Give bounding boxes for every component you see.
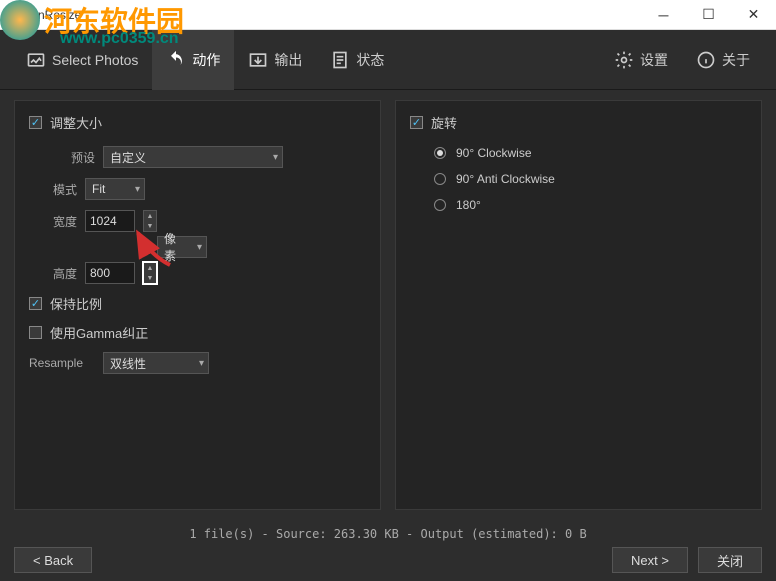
rotate-title: 旋转 <box>431 113 457 132</box>
resample-select[interactable]: 双线性 <box>103 352 209 374</box>
tab-label: 动作 <box>192 50 220 70</box>
tab-status[interactable]: 状态 <box>316 30 398 90</box>
rotate-header: 旋转 <box>410 113 747 132</box>
app-icon <box>8 7 24 23</box>
about-button[interactable]: 关于 <box>682 30 764 90</box>
radio-180[interactable] <box>434 199 446 211</box>
next-button[interactable]: Next > <box>612 547 688 573</box>
resize-header: 调整大小 <box>29 113 366 132</box>
undo-icon <box>166 50 186 70</box>
resize-panel: 调整大小 预设 自定义 模式 Fit 宽度 1024 ▲▼ 像素 高度 800 … <box>14 100 381 510</box>
window-titlebar: XnResize ─ ☐ ✕ <box>0 0 776 30</box>
rotate-checkbox[interactable] <box>410 116 423 129</box>
maximize-button[interactable]: ☐ <box>686 0 731 30</box>
width-label: 宽度 <box>29 213 77 230</box>
resize-title: 调整大小 <box>50 113 102 132</box>
settings-button[interactable]: 设置 <box>600 30 682 90</box>
main-toolbar: Select Photos 动作 输出 状态 设置 关于 <box>0 30 776 90</box>
rotate-option-label: 180° <box>456 198 481 212</box>
spin-up-icon: ▲ <box>144 263 156 273</box>
resize-checkbox[interactable] <box>29 116 42 129</box>
height-input[interactable]: 800 <box>85 262 135 284</box>
status-icon <box>330 50 350 70</box>
rotate-option-label: 90° Anti Clockwise <box>456 172 555 186</box>
tab-actions[interactable]: 动作 <box>152 30 234 90</box>
gamma-checkbox[interactable] <box>29 326 42 339</box>
tab-label: 状态 <box>356 50 384 70</box>
mode-label: 模式 <box>29 181 77 198</box>
back-button[interactable]: < Back <box>14 547 92 573</box>
height-spinner[interactable]: ▲▼ <box>143 262 157 284</box>
info-icon <box>696 50 716 70</box>
close-window-button[interactable]: ✕ <box>731 0 776 30</box>
gear-icon <box>614 50 634 70</box>
keep-ratio-checkbox[interactable] <box>29 297 42 310</box>
height-label: 高度 <box>29 265 77 282</box>
radio-90ccw[interactable] <box>434 173 446 185</box>
width-input[interactable]: 1024 <box>85 210 135 232</box>
preset-label: 预设 <box>29 149 95 166</box>
preset-select[interactable]: 自定义 <box>103 146 283 168</box>
radio-90cw[interactable] <box>434 147 446 159</box>
spin-down-icon: ▼ <box>144 273 156 283</box>
spin-down-icon: ▼ <box>144 221 156 231</box>
window-title: XnResize <box>30 8 641 22</box>
status-bar: 1 file(s) - Source: 263.30 KB - Output (… <box>0 527 776 541</box>
rotate-panel: 旋转 90° Clockwise 90° Anti Clockwise 180° <box>395 100 762 510</box>
footer: < Back Next > 关闭 <box>0 544 776 576</box>
keep-ratio-label: 保持比例 <box>50 294 102 313</box>
rotate-option-90ccw[interactable]: 90° Anti Clockwise <box>434 172 747 186</box>
tab-output[interactable]: 输出 <box>234 30 316 90</box>
tab-select-photos[interactable]: Select Photos <box>12 30 152 90</box>
unit-select[interactable]: 像素 <box>157 236 207 258</box>
content-area: 调整大小 预设 自定义 模式 Fit 宽度 1024 ▲▼ 像素 高度 800 … <box>0 90 776 520</box>
resample-label: Resample <box>29 356 95 370</box>
about-label: 关于 <box>722 50 750 70</box>
spin-up-icon: ▲ <box>144 211 156 221</box>
photos-icon <box>26 50 46 70</box>
mode-select[interactable]: Fit <box>85 178 145 200</box>
rotate-option-180[interactable]: 180° <box>434 198 747 212</box>
rotate-option-90cw[interactable]: 90° Clockwise <box>434 146 747 160</box>
width-spinner[interactable]: ▲▼ <box>143 210 157 232</box>
tab-label: 输出 <box>274 50 302 70</box>
rotate-option-label: 90° Clockwise <box>456 146 532 160</box>
close-button[interactable]: 关闭 <box>698 547 762 573</box>
settings-label: 设置 <box>640 50 668 70</box>
tab-label: Select Photos <box>52 52 138 68</box>
gamma-label: 使用Gamma纠正 <box>50 323 148 342</box>
minimize-button[interactable]: ─ <box>641 0 686 30</box>
output-icon <box>248 50 268 70</box>
